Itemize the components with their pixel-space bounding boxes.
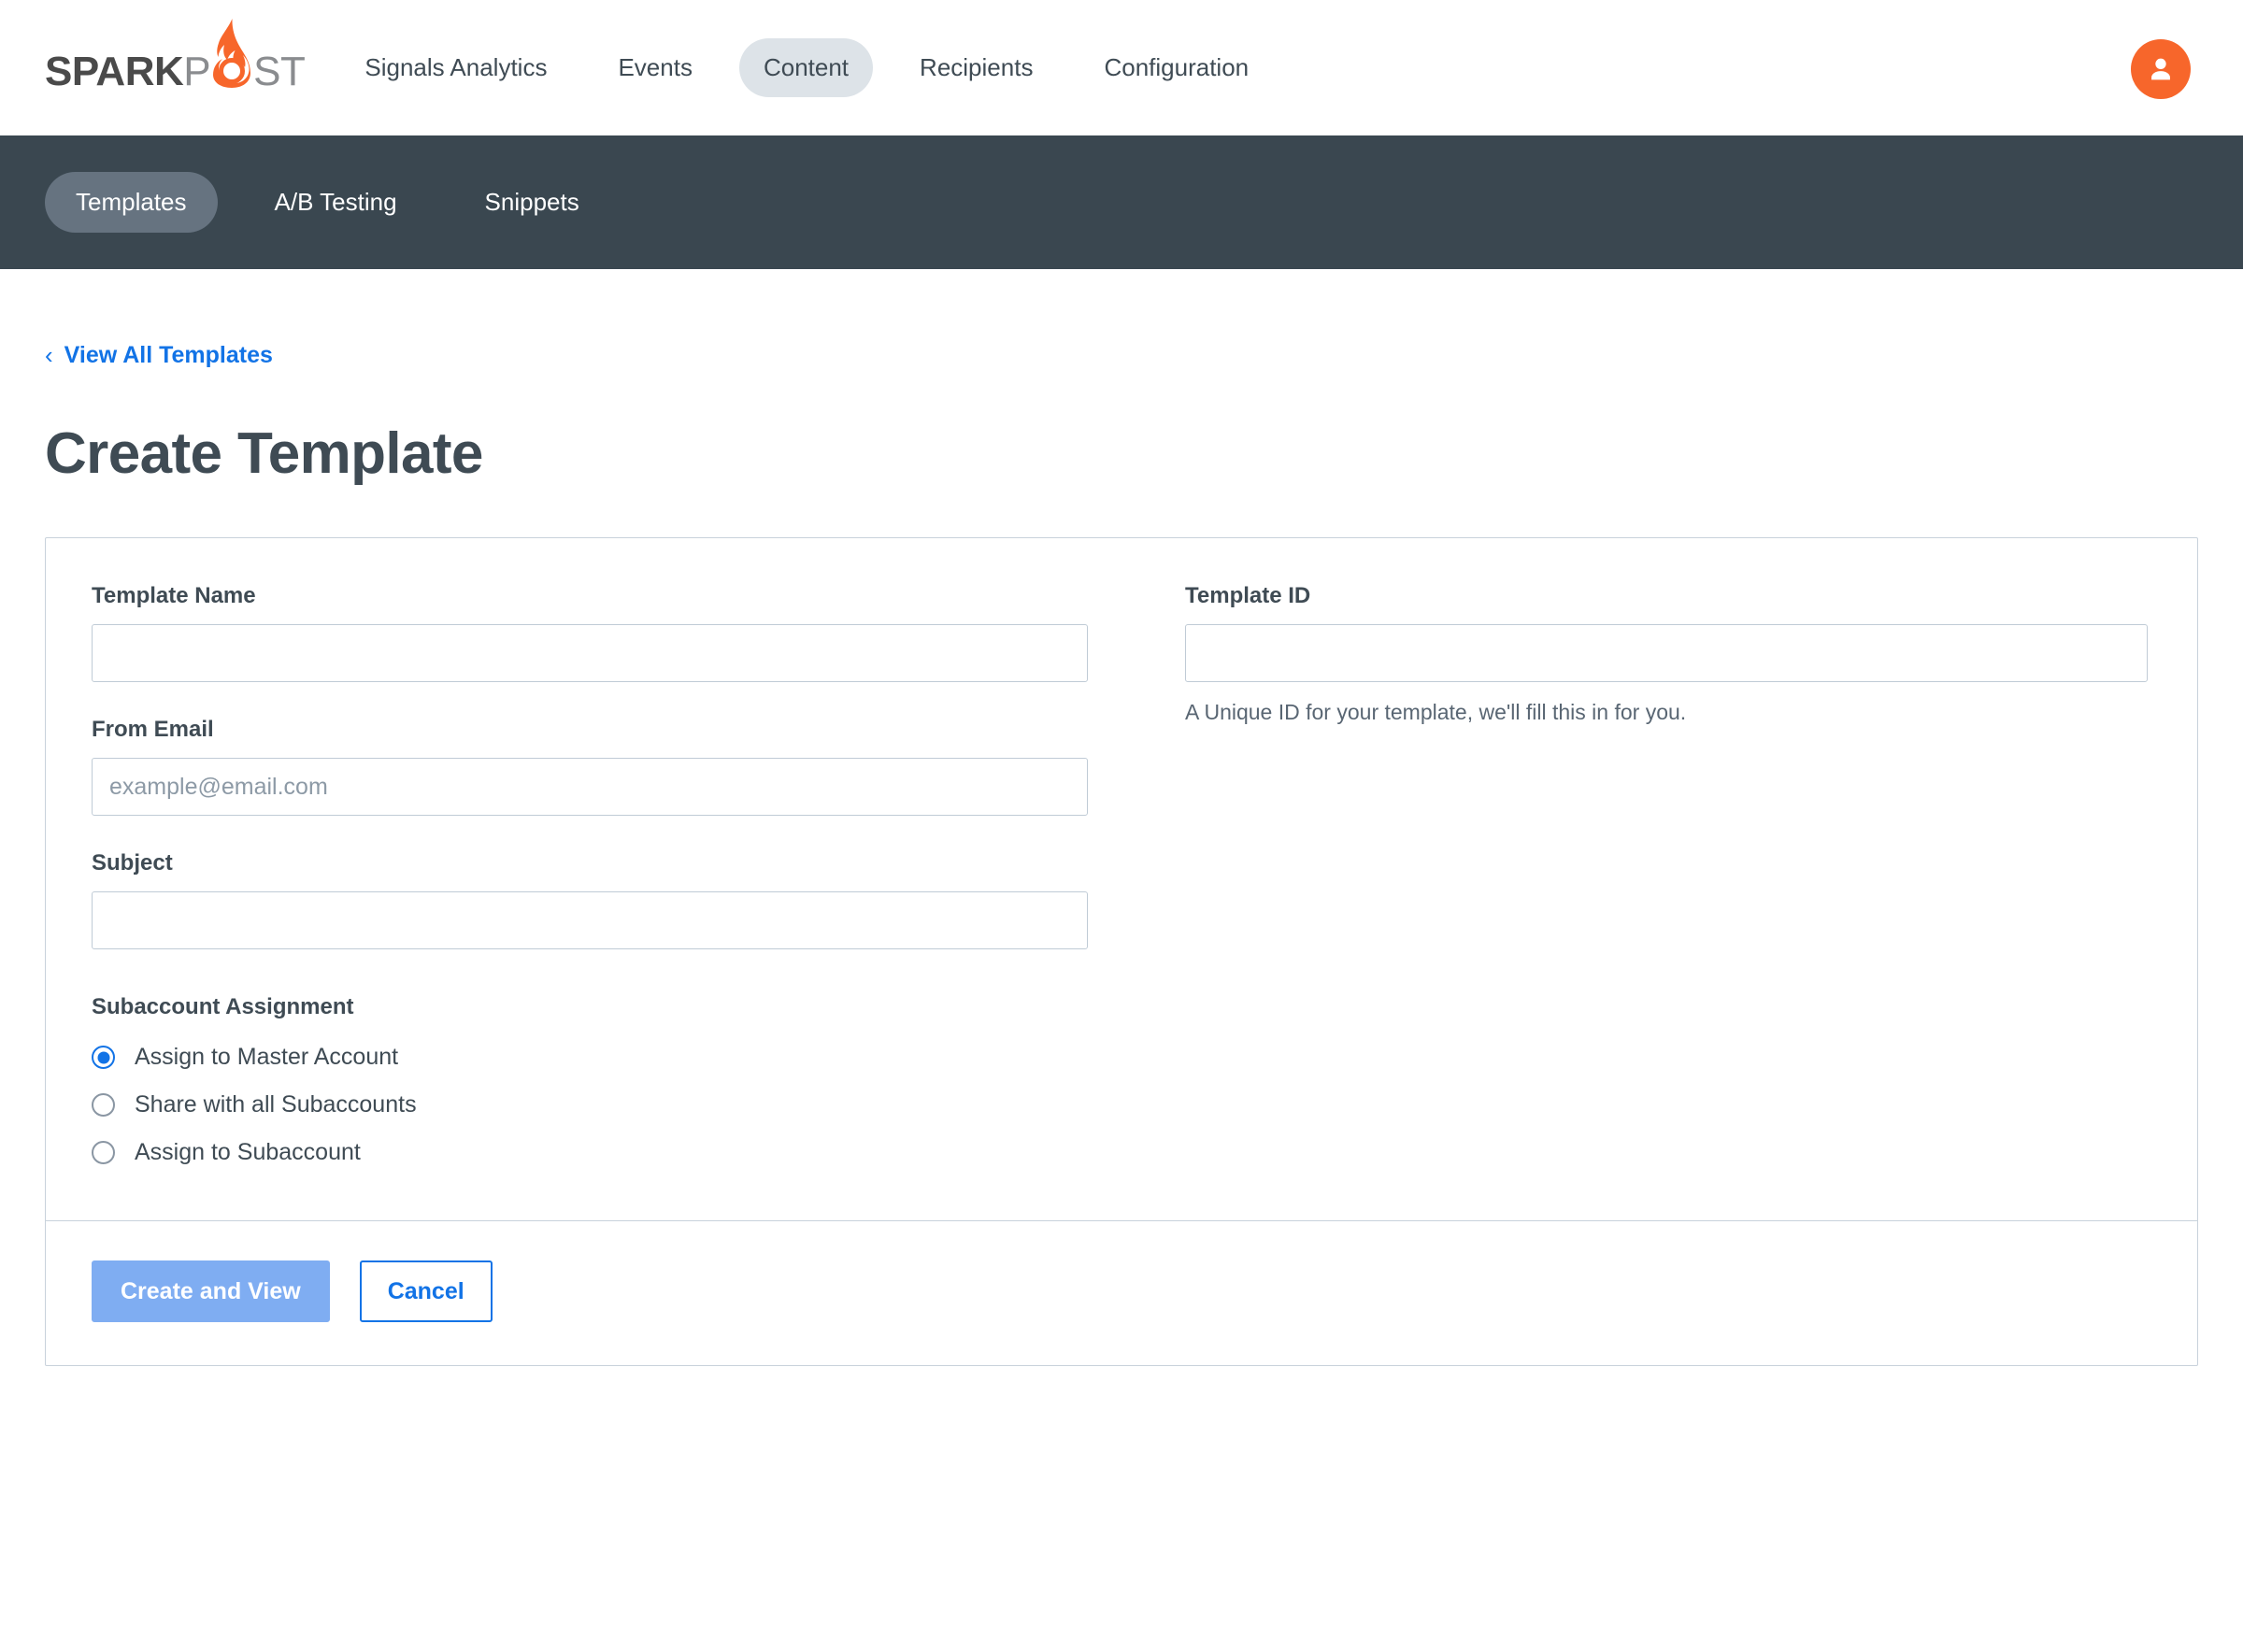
field-subject: Subject [92,850,1088,949]
nav-item-content[interactable]: Content [738,38,874,97]
cancel-button[interactable]: Cancel [359,1260,493,1322]
flame-icon [210,18,253,88]
radio-row-assign-master[interactable]: Assign to Master Account [92,1044,1088,1071]
subnav-tab-templates[interactable]: Templates [45,172,218,233]
subject-label: Subject [92,850,173,876]
subnav-tab-ab-testing[interactable]: A/B Testing [244,172,428,233]
template-id-help-text: A Unique ID for your template, we'll fil… [1185,700,1687,724]
app-header: SPARK P ST Signals Analytics Events Conten… [0,0,2243,135]
template-name-label: Template Name [92,583,256,608]
chevron-left-icon: ‹ [45,340,53,369]
nav-item-signals-analytics[interactable]: Signals Analytics [340,38,571,97]
nav-item-configuration[interactable]: Configuration [1079,38,1273,97]
subnav-tab-snippets[interactable]: Snippets [454,172,610,233]
field-template-name: Template Name [92,583,1088,682]
logo-wordmark: SPARK P ST [45,18,306,94]
user-avatar-icon[interactable] [2131,39,2191,99]
from-email-input[interactable] [92,758,1088,816]
logo-text-st: ST [253,48,306,94]
main-navigation: Signals Analytics Events Content Recipie… [340,38,1273,97]
create-template-card: Template Name From Email Subject Subacco… [45,537,2198,1366]
from-email-label: From Email [92,717,214,742]
radio-share-all-icon[interactable] [92,1093,115,1117]
template-name-input[interactable] [92,624,1088,682]
logo-text-p: P [183,48,211,94]
logo-text-spark: SPARK [45,48,184,94]
subaccount-assignment-label: Subaccount Assignment [92,994,354,1019]
page-content: ‹ View All Templates Create Template Tem… [0,269,2243,1366]
view-all-templates-link[interactable]: ‹ View All Templates [45,342,273,369]
field-from-email: From Email [92,717,1088,816]
radio-row-share-all[interactable]: Share with all Subaccounts [92,1091,1088,1118]
radio-row-assign-subaccount[interactable]: Assign to Subaccount [92,1139,1088,1166]
page-title: Create Template [45,421,483,486]
create-template-form: Template Name From Email Subject Subacco… [46,538,2197,1220]
form-column-right: Template ID A Unique ID for your templat… [1122,583,2151,1166]
sparkpost-logo[interactable]: SPARK P ST [45,0,306,135]
view-all-templates-label: View All Templates [64,342,273,368]
form-column-left: Template Name From Email Subject Subacco… [92,583,1122,1166]
content-subnav: Templates A/B Testing Snippets [0,135,2243,269]
radio-assign-master-icon[interactable] [92,1046,115,1069]
template-id-input[interactable] [1185,624,2148,682]
radio-assign-subaccount-label: Assign to Subaccount [135,1139,361,1165]
radio-assign-subaccount-icon[interactable] [92,1141,115,1164]
subaccount-assignment-group: Subaccount Assignment Assign to Master A… [92,994,1088,1166]
nav-item-recipients[interactable]: Recipients [895,38,1057,97]
nav-item-events[interactable]: Events [593,38,717,97]
create-and-view-button[interactable]: Create and View [92,1260,330,1322]
template-id-label: Template ID [1185,583,1311,608]
field-template-id: Template ID A Unique ID for your templat… [1185,583,2148,727]
radio-share-all-label: Share with all Subaccounts [135,1091,417,1118]
subject-input[interactable] [92,891,1088,949]
radio-assign-master-label: Assign to Master Account [135,1044,399,1070]
card-footer: Create and View Cancel [46,1220,2197,1365]
